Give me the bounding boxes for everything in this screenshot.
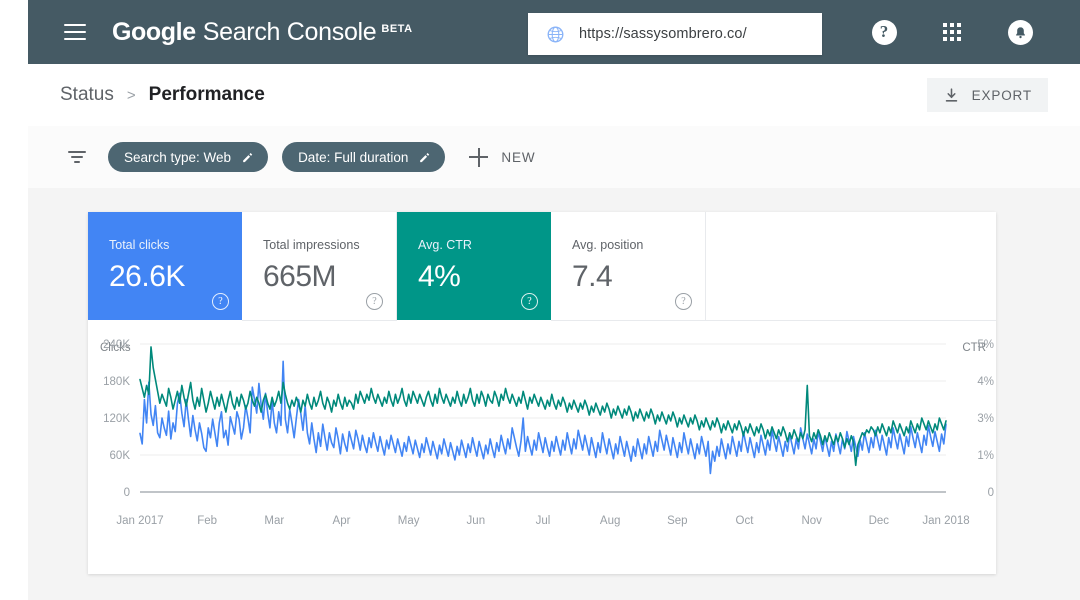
svg-text:Feb: Feb (197, 515, 217, 527)
svg-text:Jun: Jun (467, 515, 486, 527)
svg-text:Aug: Aug (600, 515, 620, 527)
filter-chip-search-type[interactable]: Search type: Web (108, 142, 268, 172)
svg-text:Oct: Oct (736, 515, 755, 527)
search-console-page: Google Search Console BETA https://sassy… (0, 0, 1080, 600)
filter-chip-label: Search type: Web (124, 150, 231, 165)
brand-title: Google Search Console BETA (112, 18, 413, 47)
brand-google: Google (112, 18, 196, 47)
pencil-icon (241, 151, 254, 164)
metric-tile-avg-ctr[interactable]: Avg. CTR 4% ? (397, 212, 551, 320)
breadcrumb-bar: Status > Performance EXPORT (28, 64, 1080, 127)
property-selector[interactable]: https://sassysombrero.co/ (528, 13, 822, 55)
app-bar-icons: ? (870, 0, 1034, 64)
filter-chip-label: Date: Full duration (298, 150, 408, 165)
filter-bar: Search type: Web Date: Full duration NEW (28, 126, 1080, 189)
svg-text:60K: 60K (110, 450, 131, 462)
svg-text:1%: 1% (977, 450, 994, 462)
plus-icon (469, 148, 488, 167)
export-button[interactable]: EXPORT (927, 78, 1048, 112)
svg-text:Sep: Sep (667, 515, 687, 527)
apps-grid-icon[interactable] (938, 18, 966, 46)
brand-product: Search Console (203, 18, 377, 47)
metric-value: 7.4 (572, 260, 612, 294)
hamburger-icon[interactable] (64, 24, 86, 40)
property-url: https://sassysombrero.co/ (579, 26, 747, 42)
metric-label: Total impressions (263, 238, 360, 252)
metric-value: 665M (263, 260, 336, 294)
svg-text:120K: 120K (103, 413, 130, 425)
chart-canvas: 0 60K 120K 180K 240K 0 1% 3% 4% 5% Jan 2017 Feb Mar A… (88, 320, 996, 574)
app-bar: Google Search Console BETA https://sassy… (28, 0, 1080, 64)
export-label: EXPORT (972, 88, 1032, 103)
breadcrumb-separator: > (127, 87, 136, 104)
svg-text:4%: 4% (977, 376, 994, 388)
metric-label: Total clicks (109, 238, 169, 252)
new-filter-label: NEW (501, 150, 535, 165)
filter-chip-date[interactable]: Date: Full duration (282, 142, 445, 172)
brand-beta-badge: BETA (381, 23, 412, 35)
filter-icon[interactable] (68, 151, 86, 163)
svg-text:Apr: Apr (333, 515, 351, 527)
metric-tile-total-impressions[interactable]: Total impressions 665M ? (242, 212, 397, 321)
pencil-icon (418, 151, 431, 164)
chart-series-clicks (140, 361, 946, 473)
svg-text:Mar: Mar (264, 515, 284, 527)
help-icon[interactable]: ? (870, 18, 898, 46)
metric-label: Avg. position (572, 238, 643, 252)
metric-label: Avg. CTR (418, 238, 472, 252)
performance-chart: Clicks CTR 060K120K180K240K01%3%4%5%Jan … (88, 320, 996, 574)
metric-tile-total-clicks[interactable]: Total clicks 26.6K ? (88, 212, 242, 320)
svg-text:Jan 2017: Jan 2017 (116, 515, 163, 527)
help-circle-icon[interactable]: ? (675, 293, 692, 310)
help-circle-icon[interactable]: ? (212, 293, 229, 310)
svg-text:Jul: Jul (536, 515, 551, 527)
metric-value: 26.6K (109, 260, 185, 294)
page-title: Performance (149, 84, 265, 106)
svg-text:Dec: Dec (869, 515, 890, 527)
metric-tiles-filler (706, 212, 996, 321)
help-circle-icon[interactable]: ? (366, 293, 383, 310)
svg-text:Jan 2018: Jan 2018 (922, 515, 969, 527)
help-circle-icon[interactable]: ? (521, 293, 538, 310)
svg-text:0: 0 (988, 487, 994, 499)
svg-text:180K: 180K (103, 376, 130, 388)
svg-text:3%: 3% (977, 413, 994, 425)
metric-tile-avg-position[interactable]: Avg. position 7.4 ? (551, 212, 706, 321)
svg-text:May: May (398, 515, 420, 527)
svg-text:Nov: Nov (801, 515, 822, 527)
svg-text:0: 0 (124, 487, 130, 499)
bell-icon[interactable] (1006, 18, 1034, 46)
metric-value: 4% (418, 260, 460, 294)
new-filter-button[interactable]: NEW (469, 148, 535, 167)
svg-text:240K: 240K (103, 339, 130, 351)
breadcrumb: Status > Performance (60, 84, 265, 106)
performance-card: Total clicks 26.6K ? Total impressions 6… (88, 212, 996, 574)
svg-text:5%: 5% (977, 339, 994, 351)
metric-tiles: Total clicks 26.6K ? Total impressions 6… (88, 212, 996, 320)
download-icon (943, 87, 960, 104)
globe-icon (546, 25, 565, 44)
content-area: Total clicks 26.6K ? Total impressions 6… (28, 188, 1080, 600)
breadcrumb-parent[interactable]: Status (60, 84, 114, 106)
